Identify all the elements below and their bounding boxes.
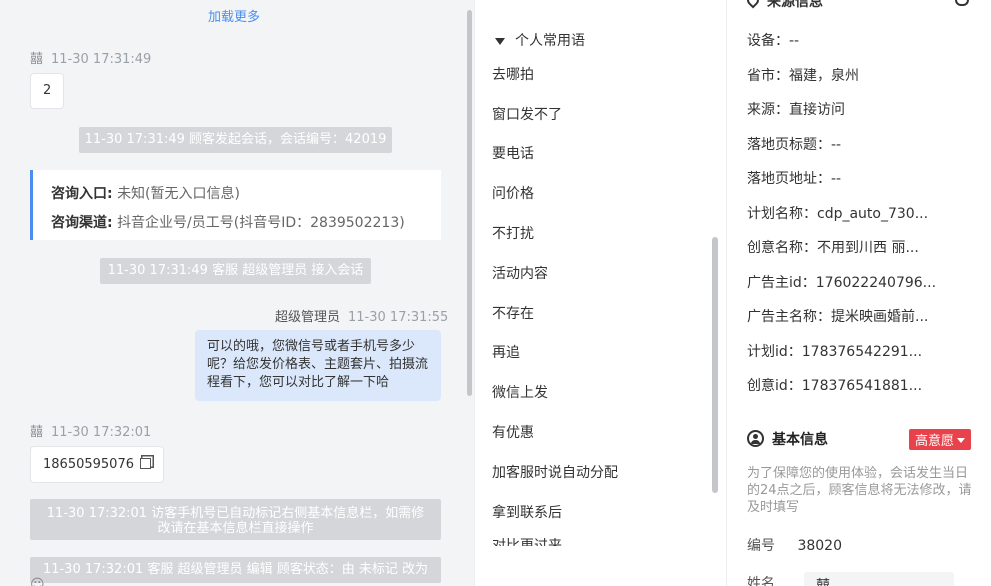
phrases-scrollbar[interactable] xyxy=(712,237,718,493)
source-row-origin: 来源：直接访问 xyxy=(747,102,845,118)
phrase-group-title: 个人常用语 xyxy=(515,33,585,49)
phrase-item[interactable]: 窗口发不了 xyxy=(492,104,562,124)
source-title-text: 来源信息 xyxy=(767,0,823,10)
phrase-item[interactable]: 加客服时说自动分配 xyxy=(492,462,618,482)
app-root: 加载更多 囍 11-30 17:31:49 2 11-30 17:31:49 顾客… xyxy=(0,0,991,586)
location-pin-icon xyxy=(744,0,762,9)
source-row-creative-name: 创意名称：不用到川西 丽... xyxy=(747,240,919,256)
name-input-value: 囍 xyxy=(816,578,830,586)
channel-value: 抖音企业号/员工号(抖音号ID：2839502213) xyxy=(117,215,405,231)
entry-value: 未知(暂无入口信息) xyxy=(117,186,240,202)
basic-info-title-text: 基本信息 xyxy=(772,432,828,448)
source-row-region: 省市：福建，泉州 xyxy=(747,68,859,84)
system-message: 11-30 17:32:01 客服 超级管理员 编辑 顾客状态：由 未标记 改为 xyxy=(30,557,441,583)
name-input[interactable]: 囍 xyxy=(804,572,954,586)
source-row-creative-id: 创意id：178376541881... xyxy=(747,378,923,394)
visitor-message: 18650595076 xyxy=(30,446,165,483)
msg-sender: 囍 xyxy=(30,425,44,440)
copy-icon[interactable] xyxy=(140,458,152,469)
name-row: 姓名 xyxy=(747,573,775,586)
agent-message: 可以的哦，您微信号或者手机号多少呢？给您发价格表、主题套片、拍摄流程看下，您可以… xyxy=(195,330,441,401)
phone-text: 18650595076 xyxy=(43,457,134,472)
id-row: 编号 38020 xyxy=(747,535,842,555)
source-row-advertiser-id: 广告主id：176022240796... xyxy=(747,275,937,291)
phrase-item[interactable]: 活动内容 xyxy=(492,263,548,283)
system-message: 11-30 17:32:01 访客手机号已自动标记右侧基本信息栏，如需修改请在基… xyxy=(30,499,441,540)
load-more-link[interactable]: 加载更多 xyxy=(208,6,260,25)
visitor-message: 2 xyxy=(30,73,65,109)
msg-sender: 囍 xyxy=(30,52,44,67)
caret-down-icon xyxy=(957,438,966,443)
phrase-item[interactable]: 有优惠 xyxy=(492,422,534,442)
intent-badge-label: 高意愿 xyxy=(915,434,955,449)
channel-label: 咨询渠道: xyxy=(51,215,113,231)
edit-notice: 为了保障您的使用体验，会话发生当日的24点之后，顾客信息将无法修改，请及时填写 xyxy=(747,466,972,515)
phrase-item[interactable]: 对比更过来 xyxy=(492,538,562,546)
msg-time: 11-30 17:31:49 xyxy=(51,52,152,67)
phrase-item[interactable]: 去哪拍 xyxy=(492,64,534,84)
source-row-plan-id: 计划id：178376542291... xyxy=(747,344,923,360)
phrase-group-header[interactable]: 个人常用语 xyxy=(495,30,585,50)
msg-time: 11-30 17:32:01 xyxy=(51,425,152,440)
agent-meta: 超级管理员 11-30 17:31:55 xyxy=(275,306,448,325)
source-info-title: 来源信息 xyxy=(744,0,823,11)
user-circle-icon xyxy=(747,430,764,447)
source-row-device: 设备：-- xyxy=(747,33,800,49)
id-value: 38020 xyxy=(797,538,842,554)
visitor-info-panel: 来源信息 设备：-- 省市：福建，泉州 来源：直接访问 落地页标题：-- 落地页… xyxy=(726,0,991,586)
emoji-icon[interactable]: ☺ xyxy=(30,577,45,586)
phrase-item[interactable]: 要电话 xyxy=(492,143,534,163)
caret-down-icon xyxy=(495,37,505,45)
phrase-item[interactable]: 再追 xyxy=(492,342,520,362)
basic-info-title: 基本信息 xyxy=(747,429,828,449)
chat-panel: 加载更多 囍 11-30 17:31:49 2 11-30 17:31:49 顾客… xyxy=(0,0,474,586)
phrase-item[interactable]: 问价格 xyxy=(492,183,534,203)
msg-meta: 囍 11-30 17:31:49 xyxy=(30,48,151,67)
source-row-landing-title: 落地页标题：-- xyxy=(747,137,842,153)
phrase-item[interactable]: 拿到联系后 xyxy=(492,502,562,522)
system-message: 11-30 17:31:49 客服 超级管理员 接入会话 xyxy=(100,258,371,284)
source-row-plan-name: 计划名称：cdp_auto_730... xyxy=(747,206,929,222)
source-row-advertiser-name: 广告主名称：提米映画婚前... xyxy=(747,309,929,325)
source-row-landing-url: 落地页地址：-- xyxy=(747,171,842,187)
phrase-item[interactable]: 不存在 xyxy=(492,303,534,323)
msg-meta: 囍 11-30 17:32:01 xyxy=(30,421,151,440)
phrase-item[interactable]: 微信上发 xyxy=(492,382,548,402)
entry-label: 咨询入口: xyxy=(51,186,113,202)
agent-time: 11-30 17:31:55 xyxy=(348,310,449,325)
id-label: 编号 xyxy=(747,538,775,554)
collapse-icon[interactable] xyxy=(955,0,969,6)
chat-scrollbar[interactable] xyxy=(467,10,472,396)
system-message: 11-30 17:31:49 顾客发起会话，会话编号：42019 xyxy=(79,127,392,153)
common-phrases-panel: 个人常用语 去哪拍 窗口发不了 要电话 问价格 不打扰 活动内容 不存在 再追 … xyxy=(474,0,726,586)
phrase-item[interactable]: 不打扰 xyxy=(492,223,534,243)
agent-name: 超级管理员 xyxy=(275,310,341,325)
name-label: 姓名 xyxy=(747,576,775,586)
intent-badge[interactable]: 高意愿 xyxy=(909,429,972,450)
consult-info-card: 咨询入口: 未知(暂无入口信息) 咨询渠道: 抖音企业号/员工号(抖音号ID：2… xyxy=(30,170,441,240)
